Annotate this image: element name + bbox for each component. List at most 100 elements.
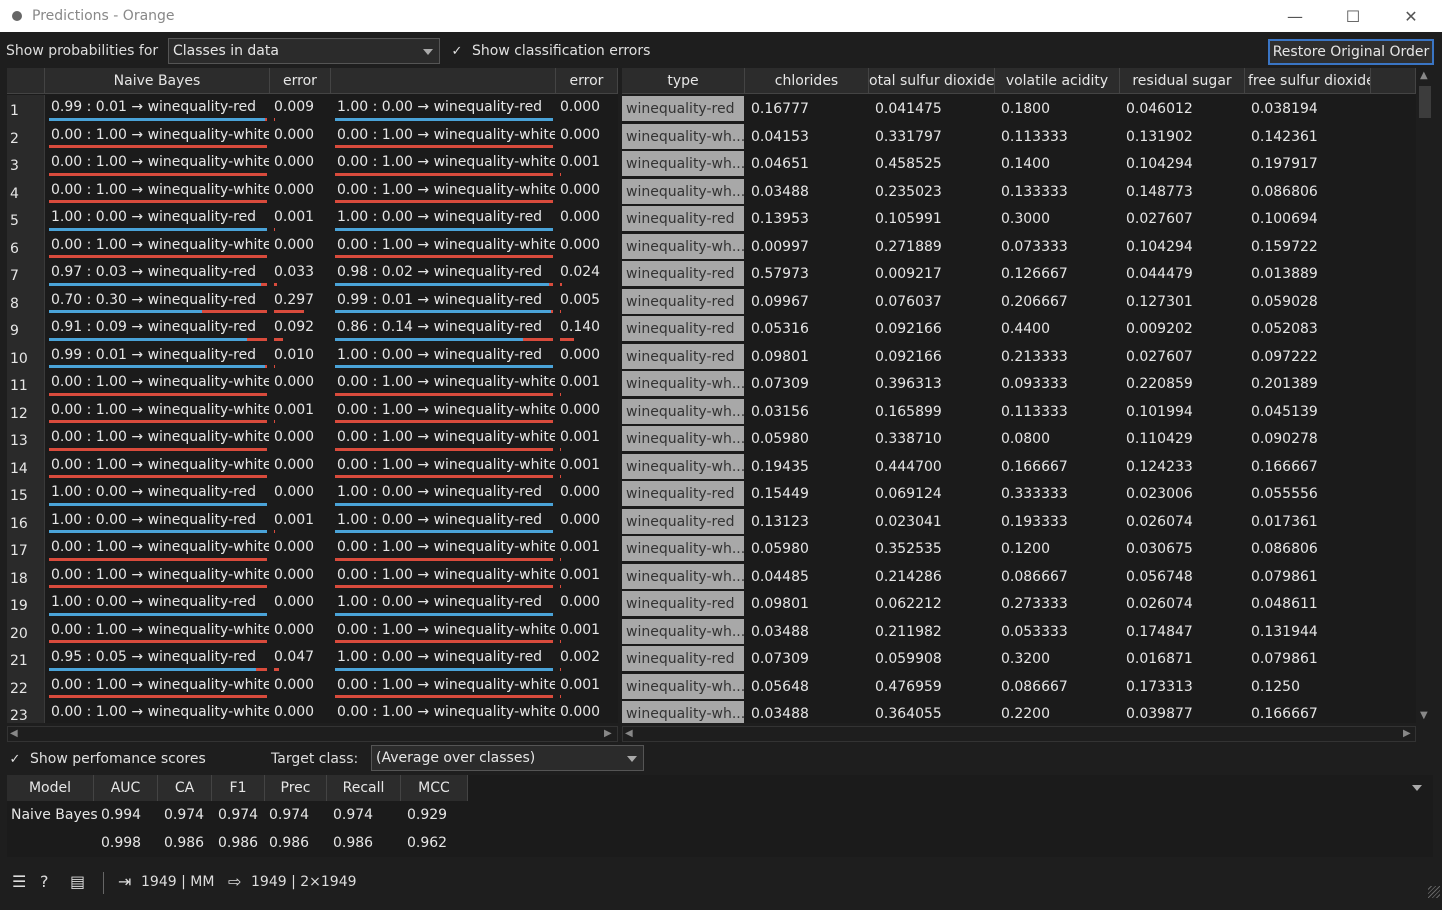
table-row[interactable]: winequality-red 0.15449 0.069124 0.33333… xyxy=(622,480,1416,508)
table-row[interactable]: winequality-wh... 0.03488 0.364055 0.220… xyxy=(622,700,1416,723)
output-summary[interactable]: 1949 | 2×1949 xyxy=(251,874,357,890)
target-class-combo[interactable]: (Average over classes) xyxy=(371,745,644,771)
table-row[interactable]: winequality-red 0.13123 0.023041 0.19333… xyxy=(622,508,1416,536)
scroll-down-icon[interactable]: ▼ xyxy=(1420,710,1428,721)
score-header-model[interactable]: Model xyxy=(7,775,94,801)
resize-grip-icon[interactable] xyxy=(1428,886,1440,898)
table-row[interactable]: 10 0.99 : 0.01 → winequality-red 0.010 1… xyxy=(7,342,618,370)
scroll-left-icon[interactable]: ◀ xyxy=(625,728,633,739)
table-row[interactable]: 14 0.00 : 1.00 → winequality-white 0.000… xyxy=(7,452,618,480)
prob-bar-white xyxy=(256,667,267,671)
table-row[interactable]: 22 0.00 : 1.00 → winequality-white 0.000… xyxy=(7,672,618,700)
table-row[interactable]: winequality-red 0.13953 0.105991 0.3000 … xyxy=(622,205,1416,233)
table-row[interactable]: winequality-red 0.57973 0.009217 0.12666… xyxy=(622,260,1416,288)
volatile-acidity-header[interactable]: volatile acidity xyxy=(995,68,1120,94)
table-row[interactable]: winequality-wh... 0.03488 0.211982 0.053… xyxy=(622,618,1416,646)
table-row[interactable]: 18 0.00 : 1.00 → winequality-white 0.000… xyxy=(7,562,618,590)
naive-bayes-header[interactable]: Naive Bayes xyxy=(45,68,270,94)
table-row[interactable]: winequality-wh... 0.03488 0.235023 0.133… xyxy=(622,178,1416,206)
type-cell: winequality-wh... xyxy=(622,563,744,589)
close-button[interactable]: ✕ xyxy=(1382,0,1440,32)
scroll-up-icon[interactable]: ▲ xyxy=(1420,70,1428,81)
scores-menu-chevron-icon[interactable] xyxy=(1412,785,1422,791)
table-row[interactable]: 4 0.00 : 1.00 → winequality-white 0.000 … xyxy=(7,177,618,205)
table-row[interactable]: winequality-wh... 0.07309 0.396313 0.093… xyxy=(622,370,1416,398)
error-text: 0.140 xyxy=(560,319,601,335)
table-row[interactable]: 16 1.00 : 0.00 → winequality-red 0.001 1… xyxy=(7,507,618,535)
score-header-mcc[interactable]: MCC xyxy=(401,775,468,801)
table-row[interactable]: winequality-wh... 0.05980 0.338710 0.080… xyxy=(622,425,1416,453)
table-row[interactable]: winequality-wh... 0.04651 0.458525 0.140… xyxy=(622,150,1416,178)
data-table[interactable]: type chlorides otal sulfur dioxide volat… xyxy=(622,68,1416,723)
score-header-f1[interactable]: F1 xyxy=(212,775,265,801)
score-header-recall[interactable]: Recall xyxy=(327,775,401,801)
table-row[interactable]: 5 1.00 : 0.00 → winequality-red 0.001 1.… xyxy=(7,205,618,233)
probabilities-combo[interactable]: Classes in data xyxy=(168,38,440,64)
error-header-2[interactable]: error xyxy=(556,68,618,94)
table-row[interactable]: 21 0.95 : 0.05 → winequality-red 0.047 1… xyxy=(7,645,618,673)
score-header-prec[interactable]: Prec xyxy=(265,775,327,801)
show-errors-checkbox[interactable]: ✓ Show classification errors xyxy=(450,43,651,59)
table-row[interactable]: 19 1.00 : 0.00 → winequality-red 0.000 1… xyxy=(7,590,618,618)
table-row[interactable]: 2 0.00 : 1.00 → winequality-white 0.000 … xyxy=(7,122,618,151)
free-sulfur-dioxide-header[interactable]: free sulfur dioxide xyxy=(1245,68,1371,94)
chlorides-header[interactable]: chlorides xyxy=(745,68,869,94)
scroll-left-icon[interactable]: ◀ xyxy=(10,728,18,739)
total-sulfur-dioxide-cell: 0.023041 xyxy=(875,513,942,530)
prob-bar-red xyxy=(335,227,553,231)
table-row[interactable]: 9 0.91 : 0.09 → winequality-red 0.092 0.… xyxy=(7,315,618,343)
right-horizontal-scrollbar[interactable]: ◀ ▶ xyxy=(622,726,1416,742)
table-row[interactable]: 1 0.99 : 0.01 → winequality-red 0.009 1.… xyxy=(7,95,618,123)
table-row[interactable]: 17 0.00 : 1.00 → winequality-white 0.000… xyxy=(7,535,618,563)
minimize-button[interactable]: — xyxy=(1266,0,1324,32)
error-text: 0.000 xyxy=(274,484,315,500)
table-row[interactable]: winequality-wh... 0.05648 0.476959 0.086… xyxy=(622,673,1416,701)
free-sulfur-dioxide-cell: 0.201389 xyxy=(1251,376,1318,392)
table-row[interactable]: winequality-red 0.07309 0.059908 0.3200 … xyxy=(622,645,1416,673)
table-row[interactable]: 20 0.00 : 1.00 → winequality-white 0.000… xyxy=(7,617,618,645)
table-row[interactable]: winequality-red 0.09967 0.076037 0.20666… xyxy=(622,288,1416,316)
error-value-2: 0.000 xyxy=(555,123,617,151)
predictions-table[interactable]: Naive Bayes error error 1 0.99 : 0.01 → … xyxy=(7,68,618,723)
report-icon[interactable]: ▤ xyxy=(70,872,85,891)
score-header-ca[interactable]: CA xyxy=(158,775,212,801)
table-row[interactable]: 13 0.00 : 1.00 → winequality-white 0.000… xyxy=(7,425,618,453)
table-row[interactable]: winequality-red 0.09801 0.092166 0.21333… xyxy=(622,343,1416,371)
table-row[interactable]: winequality-red 0.16777 0.041475 0.1800 … xyxy=(622,95,1416,123)
table-row[interactable]: 6 0.00 : 1.00 → winequality-white 0.000 … xyxy=(7,232,618,260)
scroll-right-icon[interactable]: ▶ xyxy=(604,728,612,739)
free-sulfur-dioxide-cell: 0.086806 xyxy=(1251,541,1318,557)
show-performance-checkbox[interactable]: ✓ Show perfomance scores xyxy=(8,751,206,767)
table-row[interactable]: winequality-wh... 0.04153 0.331797 0.113… xyxy=(622,123,1416,151)
error-text: 0.000 xyxy=(274,181,315,198)
error-header-1[interactable]: error xyxy=(270,68,331,94)
input-summary[interactable]: 1949 | ⅯⅯ xyxy=(141,874,214,890)
table-row[interactable]: winequality-wh... 0.05980 0.352535 0.120… xyxy=(622,535,1416,563)
table-row[interactable]: winequality-wh... 0.04485 0.214286 0.086… xyxy=(622,563,1416,591)
table-row[interactable]: 7 0.97 : 0.03 → winequality-red 0.033 0.… xyxy=(7,260,618,288)
scroll-thumb[interactable] xyxy=(1419,86,1431,118)
table-row[interactable]: winequality-wh... 0.00997 0.271889 0.073… xyxy=(622,233,1416,261)
total-sulfur-dioxide-header[interactable]: otal sulfur dioxide xyxy=(869,68,995,94)
restore-original-order-button[interactable]: Restore Original Order xyxy=(1268,39,1434,65)
help-icon[interactable]: ? xyxy=(40,872,49,891)
table-row[interactable]: 12 0.00 : 1.00 → winequality-white 0.001… xyxy=(7,397,618,425)
menu-icon[interactable]: ☰ xyxy=(12,872,26,891)
score-header-auc[interactable]: AUC xyxy=(94,775,158,801)
table-row[interactable]: winequality-wh... 0.19435 0.444700 0.166… xyxy=(622,453,1416,481)
type-header[interactable]: type xyxy=(622,68,745,94)
table-row[interactable]: 23 0.00 : 1.00 → winequality-white 0.000… xyxy=(7,700,618,723)
residual-sugar-header[interactable]: residual sugar xyxy=(1120,68,1245,94)
scroll-right-icon[interactable]: ▶ xyxy=(1403,728,1411,739)
table-row[interactable]: winequality-red 0.09801 0.062212 0.27333… xyxy=(622,590,1416,618)
model2-header[interactable] xyxy=(331,68,556,94)
maximize-button[interactable]: ☐ xyxy=(1324,0,1382,32)
left-horizontal-scrollbar[interactable]: ◀ ▶ xyxy=(7,726,618,742)
table-row[interactable]: 8 0.70 : 0.30 → winequality-red 0.297 0.… xyxy=(7,287,618,315)
table-row[interactable]: winequality-wh... 0.03156 0.165899 0.113… xyxy=(622,398,1416,426)
vertical-scrollbar[interactable]: ▲ ▼ xyxy=(1416,68,1434,724)
table-row[interactable]: 15 1.00 : 0.00 → winequality-red 0.000 1… xyxy=(7,480,618,508)
table-row[interactable]: 3 0.00 : 1.00 → winequality-white 0.000 … xyxy=(7,150,618,178)
table-row[interactable]: winequality-red 0.05316 0.092166 0.4400 … xyxy=(622,315,1416,343)
table-row[interactable]: 11 0.00 : 1.00 → winequality-white 0.000… xyxy=(7,370,618,398)
